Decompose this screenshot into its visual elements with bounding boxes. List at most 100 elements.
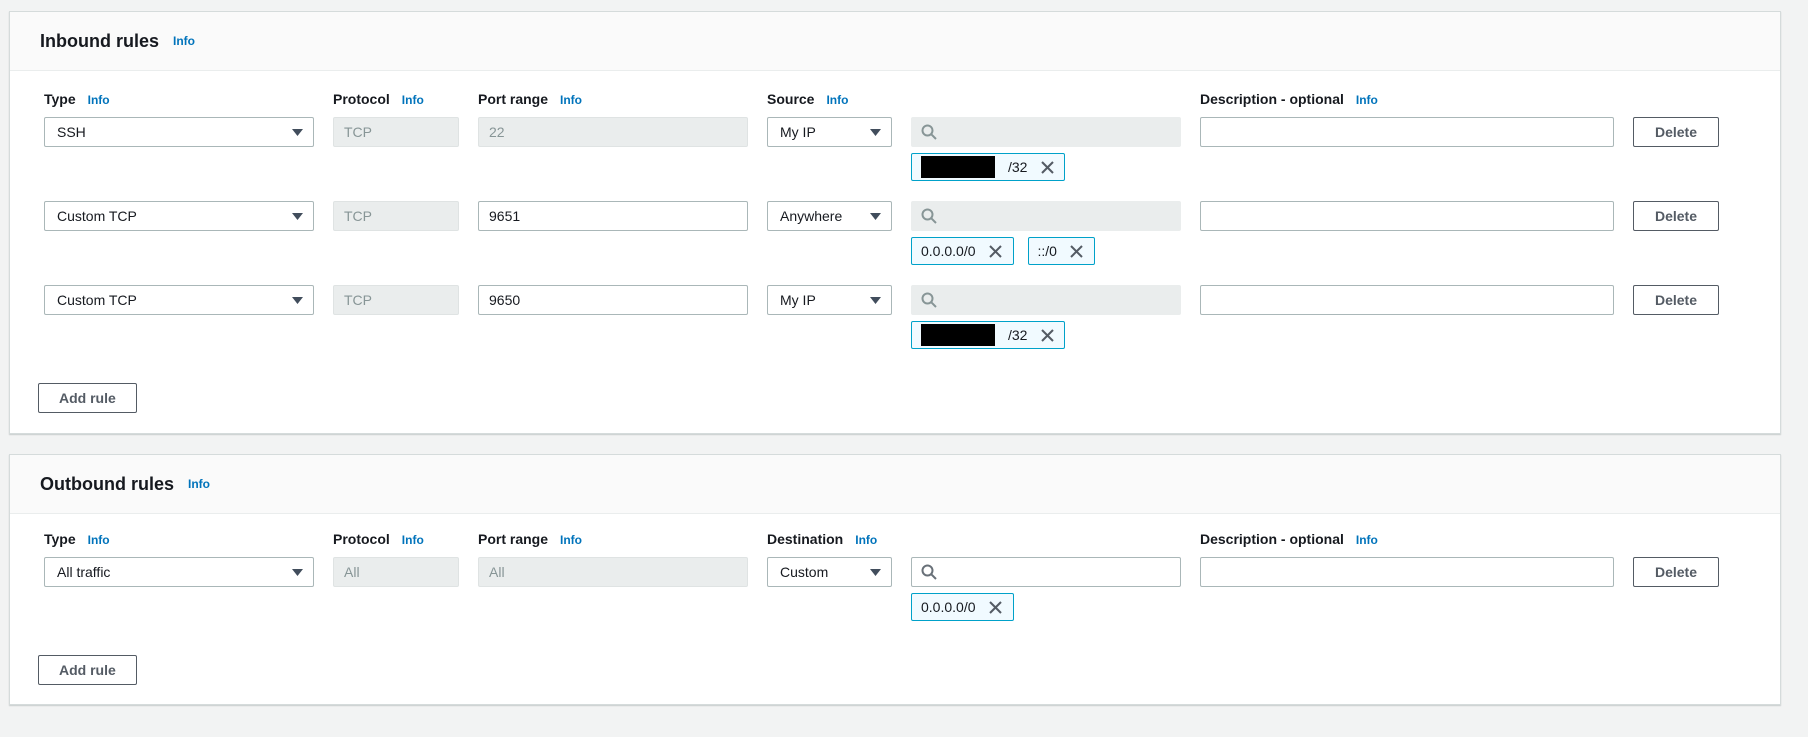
add-rule-button[interactable]: Add rule — [38, 655, 137, 685]
remove-token-button[interactable] — [1069, 243, 1085, 259]
protocol-input — [333, 201, 459, 231]
destination-search-input[interactable] — [911, 557, 1181, 587]
description-input[interactable] — [1200, 117, 1614, 147]
chevron-down-icon — [292, 129, 303, 136]
description-input[interactable] — [1200, 201, 1614, 231]
outbound-rules-body: Type Info Protocol Info Port range Info … — [10, 514, 1780, 704]
source-select[interactable]: My IP — [767, 285, 892, 315]
chevron-down-icon — [870, 297, 881, 304]
source-select[interactable]: Anywhere — [767, 201, 892, 231]
cidr-token: 0.0.0.0/0 — [911, 237, 1014, 265]
delete-rule-button[interactable]: Delete — [1633, 285, 1719, 315]
source-select[interactable]: My IP — [767, 117, 892, 147]
column-header-destination: Destination Info — [767, 531, 1181, 547]
description-input[interactable] — [1200, 557, 1614, 587]
inbound-column-headers: Type Info Protocol Info Port range Info … — [44, 91, 1780, 107]
close-icon — [988, 600, 1003, 615]
protocol-input — [333, 117, 459, 147]
type-select[interactable]: All traffic — [44, 557, 314, 587]
type-select[interactable]: SSH — [44, 117, 314, 147]
delete-rule-button[interactable]: Delete — [1633, 117, 1719, 147]
cidr-token: ::/0 — [1028, 237, 1095, 265]
column-header-port-range: Port range Info — [478, 531, 748, 547]
outbound-rules-title: Outbound rules — [40, 474, 174, 495]
chevron-down-icon — [292, 569, 303, 576]
destination-tokens: 0.0.0.0/0 — [911, 593, 1181, 621]
port-range-input — [478, 117, 748, 147]
chevron-down-icon — [870, 213, 881, 220]
cidr-token: 0.0.0.0/0 — [911, 593, 1014, 621]
redacted-ip — [921, 324, 995, 346]
close-icon — [1040, 160, 1055, 175]
column-header-type: Type Info — [44, 531, 314, 547]
search-icon — [921, 564, 937, 580]
delete-rule-button[interactable]: Delete — [1633, 557, 1719, 587]
type-info-link[interactable]: Info — [88, 93, 110, 107]
source-info-link[interactable]: Info — [826, 93, 848, 107]
type-info-link[interactable]: Info — [88, 533, 110, 547]
outbound-rules-info-link[interactable]: Info — [188, 477, 210, 491]
column-header-type: Type Info — [44, 91, 314, 107]
remove-token-button[interactable] — [988, 599, 1004, 615]
destination-select[interactable]: Custom — [767, 557, 892, 587]
type-select[interactable]: Custom TCP — [44, 201, 314, 231]
inbound-rules-title: Inbound rules — [40, 31, 159, 52]
remove-token-button[interactable] — [988, 243, 1004, 259]
chevron-down-icon — [870, 569, 881, 576]
source-tokens: /32 — [911, 321, 1181, 349]
port-range-input — [478, 557, 748, 587]
outbound-column-headers: Type Info Protocol Info Port range Info … — [44, 531, 1780, 547]
source-tokens: 0.0.0.0/0 ::/0 — [911, 237, 1181, 265]
outbound-rules-section: Outbound rules Info Type Info Protocol I… — [9, 454, 1781, 705]
outbound-rule-row: All traffic Custom Delete 0.0.0.0/0 — [44, 557, 1780, 621]
inbound-rules-body: Type Info Protocol Info Port range Info … — [10, 71, 1780, 433]
inbound-rule-row: Custom TCP My IP Delete /32 — [44, 285, 1780, 349]
close-icon — [988, 244, 1003, 259]
search-icon — [921, 208, 937, 224]
column-header-port-range: Port range Info — [478, 91, 748, 107]
delete-rule-button[interactable]: Delete — [1633, 201, 1719, 231]
source-search-input — [911, 201, 1181, 231]
port-range-info-link[interactable]: Info — [560, 533, 582, 547]
source-tokens: /32 — [911, 153, 1181, 181]
protocol-info-link[interactable]: Info — [402, 93, 424, 107]
inbound-rules-info-link[interactable]: Info — [173, 34, 195, 48]
remove-token-button[interactable] — [1039, 327, 1055, 343]
protocol-info-link[interactable]: Info — [402, 533, 424, 547]
redacted-ip — [921, 156, 995, 178]
inbound-rule-row: Custom TCP Anywhere Delete 0.0.0.0/0 — [44, 201, 1780, 265]
type-select[interactable]: Custom TCP — [44, 285, 314, 315]
port-range-input[interactable] — [478, 201, 748, 231]
close-icon — [1069, 244, 1084, 259]
close-icon — [1040, 328, 1055, 343]
security-group-rules-page: Inbound rules Info Type Info Protocol In… — [0, 0, 1808, 737]
chevron-down-icon — [292, 297, 303, 304]
description-info-link[interactable]: Info — [1356, 93, 1378, 107]
cidr-token: /32 — [911, 153, 1065, 181]
column-header-description: Description - optional Info — [1200, 531, 1614, 547]
source-search-input — [911, 117, 1181, 147]
inbound-rule-row: SSH My IP Delete /32 — [44, 117, 1780, 181]
add-rule-button[interactable]: Add rule — [38, 383, 137, 413]
source-search-input — [911, 285, 1181, 315]
inbound-rules-section: Inbound rules Info Type Info Protocol In… — [9, 11, 1781, 434]
column-header-protocol: Protocol Info — [333, 531, 459, 547]
remove-token-button[interactable] — [1039, 159, 1055, 175]
column-header-source: Source Info — [767, 91, 1181, 107]
column-header-protocol: Protocol Info — [333, 91, 459, 107]
cidr-token: /32 — [911, 321, 1065, 349]
outbound-rules-header: Outbound rules Info — [10, 455, 1780, 514]
protocol-input — [333, 285, 459, 315]
destination-info-link[interactable]: Info — [855, 533, 877, 547]
search-icon — [921, 124, 937, 140]
port-range-input[interactable] — [478, 285, 748, 315]
description-input[interactable] — [1200, 285, 1614, 315]
description-info-link[interactable]: Info — [1356, 533, 1378, 547]
inbound-rules-header: Inbound rules Info — [10, 12, 1780, 71]
chevron-down-icon — [292, 213, 303, 220]
search-icon — [921, 292, 937, 308]
port-range-info-link[interactable]: Info — [560, 93, 582, 107]
column-header-description: Description - optional Info — [1200, 91, 1614, 107]
chevron-down-icon — [870, 129, 881, 136]
protocol-input — [333, 557, 459, 587]
